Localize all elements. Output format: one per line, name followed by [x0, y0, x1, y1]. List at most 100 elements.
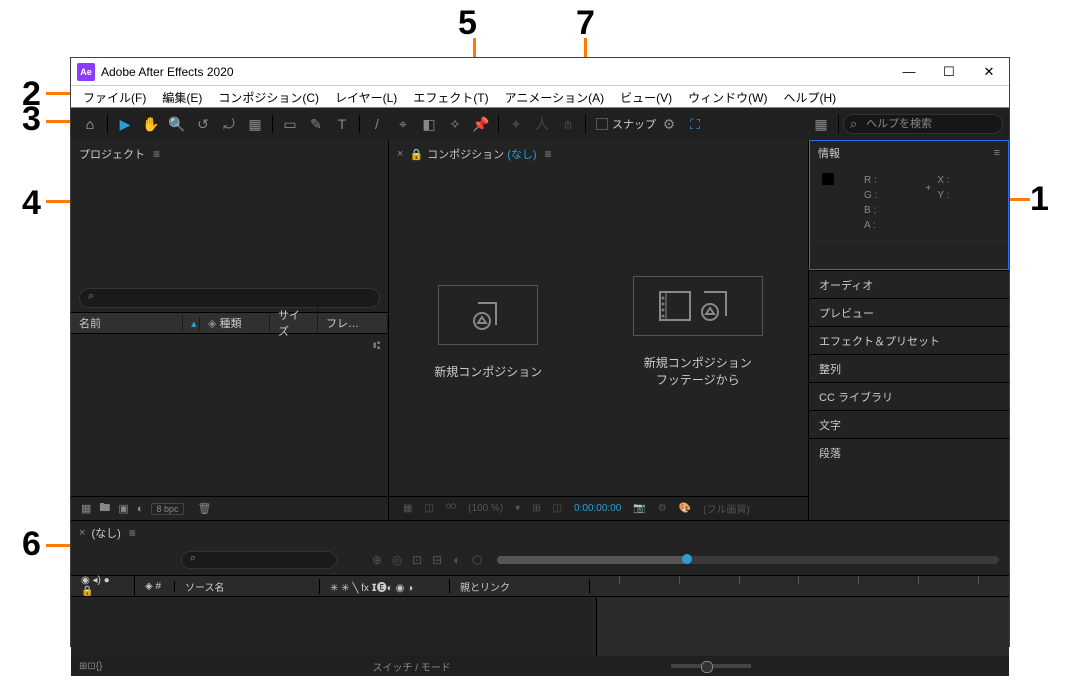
- tl-toggle-icon[interactable]: {}: [96, 661, 103, 672]
- comp-tab-close-icon[interactable]: ×: [397, 148, 403, 160]
- tl-header-label[interactable]: ◈ #: [135, 581, 175, 592]
- time-navigator-handle[interactable]: [497, 556, 688, 564]
- help-search-input[interactable]: ヘルプを検索: [843, 114, 1003, 134]
- tl-ctrl-icon[interactable]: ⊕: [367, 553, 387, 567]
- workspace-icon[interactable]: ▦: [809, 112, 833, 136]
- puppet-tool-icon[interactable]: 📌: [469, 112, 493, 136]
- tl-ctrl-icon[interactable]: ⊡: [407, 553, 427, 567]
- tl-ctrl-icon[interactable]: ⊟: [427, 553, 447, 567]
- cf-icon[interactable]: ▦: [403, 503, 412, 514]
- hand-tool-icon[interactable]: ✋: [139, 112, 163, 136]
- info-panel-menu-icon[interactable]: ≡: [994, 147, 1000, 159]
- col-sort-icon[interactable]: ▴: [183, 317, 200, 330]
- timeline-tab[interactable]: (なし): [91, 525, 120, 541]
- interpret-icon[interactable]: ▦: [81, 502, 91, 515]
- panel-paragraph[interactable]: 段落: [809, 438, 1009, 466]
- new-comp-icon[interactable]: ▣: [118, 502, 128, 515]
- cf-icon[interactable]: ◫: [553, 503, 562, 514]
- clone-tool-icon[interactable]: ⌖: [391, 112, 415, 136]
- pen-tool-icon[interactable]: ✎: [304, 112, 328, 136]
- text-tool-icon[interactable]: T: [330, 112, 354, 136]
- orbit-tool-icon[interactable]: ↺: [191, 112, 215, 136]
- comp-tab[interactable]: コンポジション (なし): [427, 146, 536, 162]
- cf-icon[interactable]: ⊞: [532, 503, 540, 514]
- new-comp-button[interactable]: 新規コンポジション: [434, 285, 542, 380]
- col-frame[interactable]: フレ…: [318, 315, 388, 331]
- zoom-tool-icon[interactable]: 🔍: [165, 112, 189, 136]
- tl-ctrl-icon[interactable]: ◐: [447, 553, 467, 567]
- roto-tool-icon[interactable]: ✧: [443, 112, 467, 136]
- cf-icon[interactable]: 📷: [633, 503, 645, 514]
- panel-character[interactable]: 文字: [809, 410, 1009, 438]
- project-tab[interactable]: プロジェクト: [79, 146, 145, 162]
- switch-mode-button[interactable]: スイッチ / モード: [372, 659, 450, 674]
- menu-layer[interactable]: レイヤー(L): [327, 86, 405, 107]
- cf-icon[interactable]: 🎨: [679, 503, 691, 514]
- cf-icon[interactable]: ⚙: [658, 503, 667, 514]
- snap-opt1-icon[interactable]: ⚙: [657, 112, 681, 136]
- timeline-layers[interactable]: [71, 597, 597, 656]
- tl-header-parent[interactable]: 親とリンク: [450, 579, 590, 594]
- tl-ctrl-icon[interactable]: ⬡: [467, 553, 487, 567]
- axis2-tool-icon[interactable]: 人: [530, 112, 554, 136]
- timeline-zoom-slider[interactable]: [671, 664, 751, 668]
- brush-tool-icon[interactable]: /: [365, 112, 389, 136]
- timeline-tracks[interactable]: [597, 597, 1009, 656]
- flowchart-icon[interactable]: ⑆: [373, 340, 380, 352]
- info-tab[interactable]: 情報: [818, 145, 840, 161]
- menu-animation[interactable]: アニメーション(A): [497, 86, 613, 107]
- timeline-search-input[interactable]: ⌕: [181, 551, 337, 569]
- bpc-label[interactable]: 8 bpc: [151, 503, 183, 515]
- comp-tab-link[interactable]: (なし): [507, 149, 536, 161]
- menu-edit[interactable]: 編集(E): [154, 86, 210, 107]
- cf-quality[interactable]: (フル画質): [703, 501, 750, 516]
- menu-window[interactable]: ウィンドウ(W): [680, 86, 775, 107]
- selection-tool-icon[interactable]: ▶: [113, 112, 137, 136]
- folder-icon[interactable]: 🖿: [99, 499, 110, 518]
- menu-file[interactable]: ファイル(F): [75, 86, 154, 107]
- close-button[interactable]: ✕: [969, 58, 1009, 86]
- panel-effects-presets[interactable]: エフェクト＆プリセット: [809, 326, 1009, 354]
- col-type[interactable]: ◈ 種類: [200, 315, 270, 331]
- panel-align[interactable]: 整列: [809, 354, 1009, 382]
- tl-header-switches[interactable]: ✳ ✳ ╲ fx 𝗜🅔◐ ◉ ◑: [320, 579, 450, 594]
- tl-header-av[interactable]: ◉ ◂) ● 🔒: [71, 575, 135, 597]
- col-name[interactable]: 名前: [71, 315, 183, 331]
- lock-icon[interactable]: 🔒: [409, 148, 423, 161]
- snap-toggle[interactable]: スナップ: [596, 116, 656, 132]
- menu-effect[interactable]: エフェクト(T): [405, 86, 496, 107]
- eraser-tool-icon[interactable]: ◧: [417, 112, 441, 136]
- project-panel-menu-icon[interactable]: ≡: [153, 147, 160, 161]
- panel-audio[interactable]: オーディオ: [809, 270, 1009, 298]
- rect-tool-icon[interactable]: ▭: [278, 112, 302, 136]
- tl-header-source[interactable]: ソース名: [175, 579, 320, 594]
- minimize-button[interactable]: —: [889, 58, 929, 86]
- menu-composition[interactable]: コンポジション(C): [210, 86, 327, 107]
- maximize-button[interactable]: ☐: [929, 58, 969, 86]
- panel-preview[interactable]: プレビュー: [809, 298, 1009, 326]
- time-navigator[interactable]: [497, 556, 999, 564]
- cf-zoom[interactable]: (100 %): [468, 503, 503, 514]
- tl-toggle-icon[interactable]: ⊞: [79, 661, 87, 672]
- adjust-icon[interactable]: ◐: [137, 503, 144, 515]
- trash-icon[interactable]: 🗑: [198, 502, 212, 515]
- tl-ctrl-icon[interactable]: ◎: [387, 553, 407, 567]
- project-search-input[interactable]: ⌕: [79, 288, 380, 308]
- menu-view[interactable]: ビュー(V): [612, 86, 680, 107]
- cf-time[interactable]: 0:00:00:00: [574, 503, 621, 514]
- panel-cc-libraries[interactable]: CC ライブラリ: [809, 382, 1009, 410]
- axis-tool-icon[interactable]: ✦: [504, 112, 528, 136]
- cf-icon[interactable]: ◫: [424, 503, 433, 514]
- col-size[interactable]: サイズ: [270, 307, 318, 339]
- tl-tab-close-icon[interactable]: ×: [79, 527, 85, 539]
- home-icon[interactable]: ⌂: [78, 112, 102, 136]
- menu-help[interactable]: ヘルプ(H): [776, 86, 845, 107]
- new-comp-from-footage-button[interactable]: 新規コンポジション フッテージから: [633, 276, 763, 388]
- tl-panel-menu-icon[interactable]: ≡: [129, 526, 136, 540]
- cf-icon[interactable]: ᴼᴼ: [446, 503, 456, 514]
- rotate-tool-icon[interactable]: ⤾: [217, 112, 241, 136]
- camera-tool-icon[interactable]: ▦: [243, 112, 267, 136]
- tl-toggle-icon[interactable]: ⊡: [87, 661, 95, 672]
- cf-icon[interactable]: ▾: [515, 503, 520, 514]
- axis3-tool-icon[interactable]: ⋔: [556, 112, 580, 136]
